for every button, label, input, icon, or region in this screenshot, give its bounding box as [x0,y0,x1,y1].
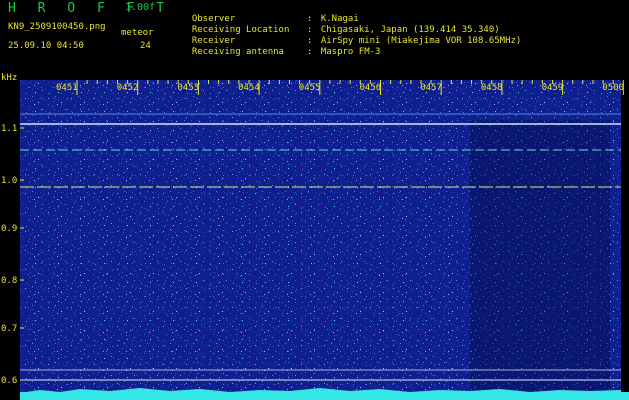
time-tick-label: 0451 [56,83,78,93]
time-tick-label: 0459 [542,83,564,93]
time-tick-label: 0453 [177,83,199,93]
y-tick-label: 0.6 [1,376,17,386]
darker-region [470,120,610,400]
time-tick-label: 0455 [299,83,321,93]
y-tick-label: 0.9 [1,224,17,234]
time-tick-label: 0500 [602,83,624,93]
time-tick-label: 0457 [420,83,442,93]
spectrogram-plot [20,80,629,400]
y-tick-label: 0.7 [1,324,17,334]
time-tick-label: 0456 [360,83,382,93]
time-tick-label: 0458 [481,83,503,93]
y-tick-label: 1.0 [1,176,17,186]
time-tick-label: 0454 [238,83,260,93]
y-tick-label: 0.8 [1,276,17,286]
y-tick-label: 1.1 [1,124,17,134]
spectrogram-panel: 1.1 1.0 0.9 0.8 0.7 0.6 0451 0452 0453 0454 0455 0… [1,80,629,400]
time-tick-label: 0452 [117,83,139,93]
